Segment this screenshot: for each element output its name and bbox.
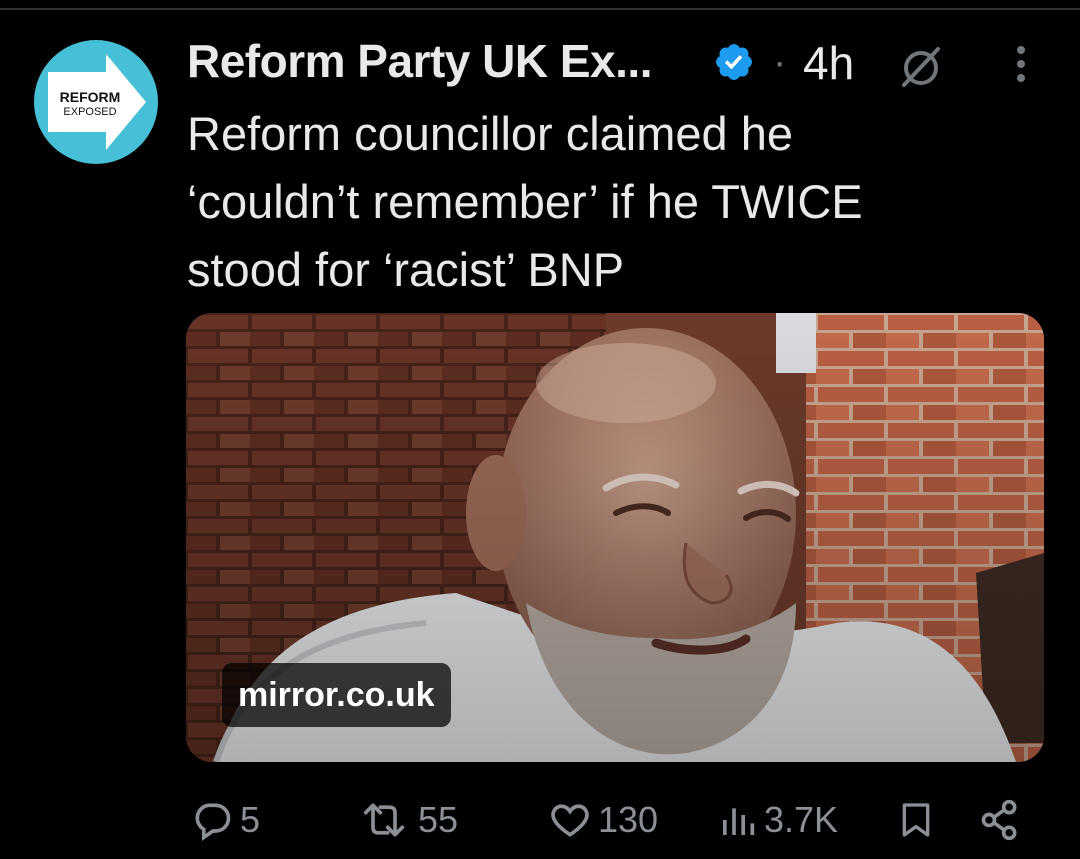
views-icon	[723, 808, 755, 835]
avatar[interactable]: REFORM EXPOSED	[34, 40, 158, 164]
action-bar: 5 55 130 3.7K	[0, 790, 1080, 850]
top-divider	[0, 8, 1080, 10]
views-count: 3.7K	[764, 799, 839, 840]
share-button[interactable]	[978, 790, 1022, 850]
share-icon	[981, 799, 1017, 841]
reply-count: 5	[240, 799, 261, 840]
media-card[interactable]: mirror.co.uk	[186, 313, 1044, 762]
more-options-icon[interactable]	[1006, 42, 1036, 88]
like-count: 130	[598, 799, 659, 840]
like-button[interactable]: 130	[548, 790, 658, 850]
repost-button[interactable]: 55	[356, 790, 458, 850]
avatar-line1: REFORM	[60, 89, 121, 105]
avatar-line2: EXPOSED	[63, 106, 116, 118]
grok-icon[interactable]	[898, 43, 944, 89]
header-separator: ·	[773, 40, 787, 84]
bookmark-icon	[902, 803, 930, 837]
views-button[interactable]: 3.7K	[718, 790, 838, 850]
repost-count: 55	[418, 799, 459, 840]
post-time[interactable]: 4h	[803, 36, 854, 90]
verified-badge-icon[interactable]	[713, 41, 755, 83]
bookmark-button[interactable]	[896, 790, 936, 850]
reform-exposed-logo: REFORM EXPOSED	[46, 52, 146, 152]
repost-icon	[363, 803, 405, 837]
reply-button[interactable]: 5	[190, 790, 260, 850]
post-text: Reform councillor claimed he ‘couldn’t r…	[187, 107, 863, 296]
author-name[interactable]: Reform Party UK Ex...	[187, 34, 652, 88]
link-domain-chip[interactable]: mirror.co.uk	[222, 663, 451, 727]
heart-icon	[551, 804, 589, 837]
reply-icon	[195, 803, 231, 841]
